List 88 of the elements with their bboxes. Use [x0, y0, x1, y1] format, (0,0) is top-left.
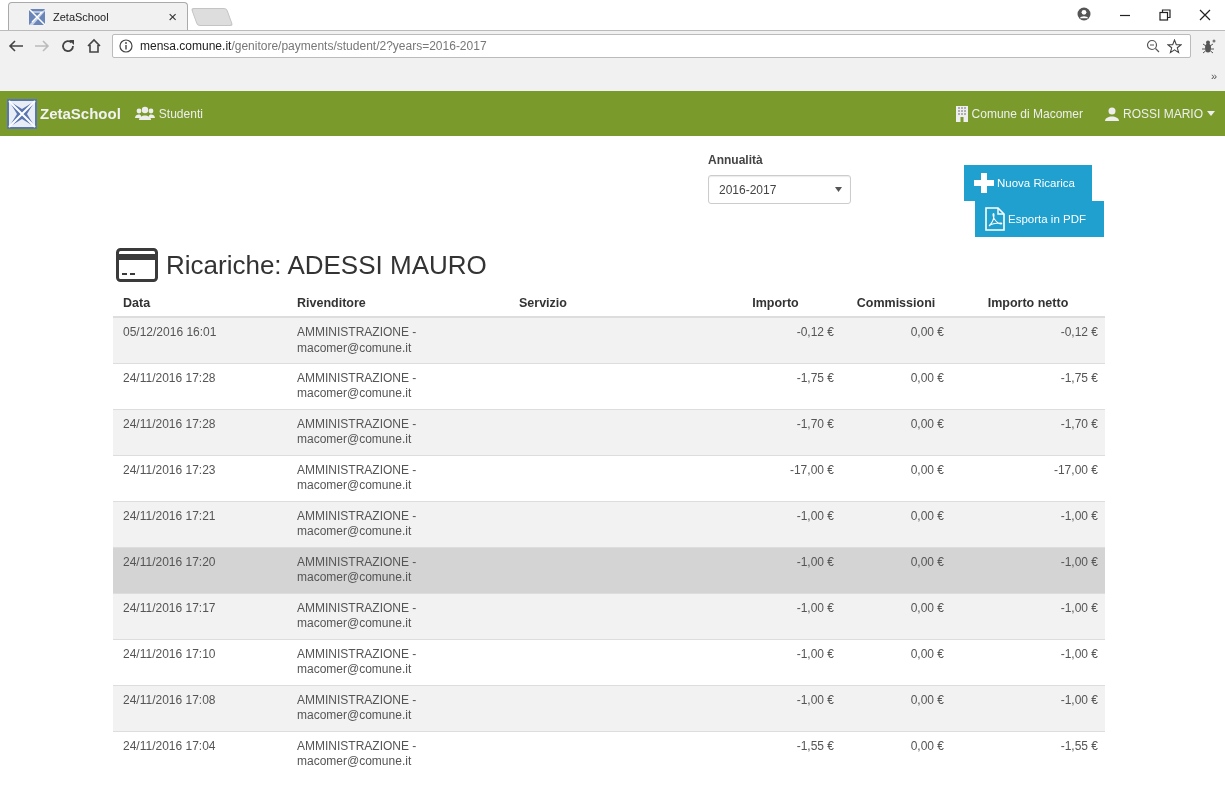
net-amount-cell: -17,00 €: [951, 455, 1105, 501]
fee-cell: 0,00 €: [841, 409, 951, 455]
star-icon[interactable]: [1167, 38, 1182, 54]
fee-cell: 0,00 €: [841, 317, 951, 363]
fee-cell: 0,00 €: [841, 363, 951, 409]
seller-cell: AMMINISTRAZIONE - macomer@comune.it: [287, 455, 509, 501]
fee-cell: 0,00 €: [841, 731, 951, 777]
net-amount-cell: -0,12 €: [951, 317, 1105, 363]
amount-cell: -1,00 €: [710, 685, 841, 731]
fee-cell: 0,00 €: [841, 455, 951, 501]
fee-cell: 0,00 €: [841, 639, 951, 685]
net-amount-cell: -1,00 €: [951, 639, 1105, 685]
net-amount-cell: -1,70 €: [951, 409, 1105, 455]
bug-icon[interactable]: [1201, 38, 1217, 54]
site-logo-icon: [29, 8, 45, 25]
user-icon: [1105, 106, 1119, 121]
table-row[interactable]: 05/12/2016 16:01 AMMINISTRAZIONE - macomer@comune.it -0,12 € 0,00 € -0,12 €: [113, 317, 1105, 363]
profile-icon: [1077, 7, 1091, 21]
year-label: Annualità: [708, 153, 764, 167]
seller-cell: AMMINISTRAZIONE - macomer@comune.it: [287, 501, 509, 547]
seller-cell: AMMINISTRAZIONE - macomer@comune.it: [287, 547, 509, 593]
reload-icon[interactable]: [60, 38, 76, 54]
seller-cell: AMMINISTRAZIONE - macomer@comune.it: [287, 685, 509, 731]
date-cell: 24/11/2016 17:08: [113, 685, 287, 731]
date-cell: 24/11/2016 17:28: [113, 363, 287, 409]
highlighted-row[interactable]: 24/11/2016 17:20 AMMINISTRAZIONE - macomer@comune.it -1,00 € 0,00 € -1,00 €: [113, 547, 1105, 593]
net-amount-cell: -1,00 €: [951, 501, 1105, 547]
address-field[interactable]: mensa.comune.it/genitore/payments/student/2?years=2016-2017: [112, 34, 1191, 58]
fee-cell: 0,00 €: [841, 501, 951, 547]
seller-cell: AMMINISTRAZIONE - macomer@comune.it: [287, 409, 509, 455]
table-row[interactable]: 24/11/2016 17:17 AMMINISTRAZIONE - macomer@comune.it -1,00 € 0,00 € -1,00 €: [113, 593, 1105, 639]
seller-cell: AMMINISTRAZIONE - macomer@comune.it: [287, 639, 509, 685]
table-row[interactable]: 24/11/2016 17:28 AMMINISTRAZIONE - macomer@comune.it -1,70 € 0,00 € -1,70 €: [113, 409, 1105, 455]
caret-icon: [1207, 111, 1215, 116]
date-cell: 24/11/2016 17:23: [113, 455, 287, 501]
zoom-out-icon[interactable]: [1146, 39, 1160, 53]
close-icon: [1199, 9, 1211, 21]
amount-cell: -1,00 €: [710, 593, 841, 639]
seller-cell: AMMINISTRAZIONE - macomer@comune.it: [287, 731, 509, 777]
amount-cell: -1,00 €: [710, 639, 841, 685]
seller-cell: AMMINISTRAZIONE - macomer@comune.it: [287, 317, 509, 363]
home-icon[interactable]: [86, 38, 102, 54]
users-icon: [134, 106, 155, 121]
building-icon: [955, 105, 968, 122]
amount-cell: -1,00 €: [710, 501, 841, 547]
amount-cell: -1,70 €: [710, 409, 841, 455]
pdf-file-icon: [985, 207, 1005, 231]
plus-icon: [974, 173, 994, 193]
date-cell: 24/11/2016 17:21: [113, 501, 287, 547]
net-amount-cell: -1,00 €: [951, 547, 1105, 593]
seller-cell: AMMINISTRAZIONE - macomer@comune.it: [287, 593, 509, 639]
seller-cell: AMMINISTRAZIONE - macomer@comune.it: [287, 363, 509, 409]
amount-cell: -17,00 €: [710, 455, 841, 501]
table-row[interactable]: 24/11/2016 17:21 AMMINISTRAZIONE - macomer@comune.it -1,00 € 0,00 € -1,00 €: [113, 501, 1105, 547]
bookmarks-more-button[interactable]: »: [1210, 70, 1217, 82]
amount-cell: -1,00 €: [710, 547, 841, 593]
date-cell: 24/11/2016 17:17: [113, 593, 287, 639]
fee-cell: 0,00 €: [841, 593, 951, 639]
url-text: mensa.comune.it/genitore/payments/student/2?years=2016-2017: [140, 39, 487, 53]
info-icon: [119, 39, 133, 53]
date-cell: 24/11/2016 17:28: [113, 409, 287, 455]
table-row[interactable]: 24/11/2016 17:10 AMMINISTRAZIONE - macomer@comune.it -1,00 € 0,00 € -1,00 €: [113, 639, 1105, 685]
fee-cell: 0,00 €: [841, 685, 951, 731]
restore-icon: [1159, 9, 1171, 21]
amount-cell: -0,12 €: [710, 317, 841, 363]
date-cell: 24/11/2016 17:20: [113, 547, 287, 593]
table-row[interactable]: 24/11/2016 17:23 AMMINISTRAZIONE - macomer@comune.it -17,00 € 0,00 € -17,00 €: [113, 455, 1105, 501]
amount-cell: -1,55 €: [710, 731, 841, 777]
net-amount-cell: -1,00 €: [951, 685, 1105, 731]
net-amount-cell: -1,75 €: [951, 363, 1105, 409]
table-row[interactable]: 24/11/2016 17:08 AMMINISTRAZIONE - macomer@comune.it -1,00 € 0,00 € -1,00 €: [113, 685, 1105, 731]
page-title: Ricariche: ADESSI MAURO: [166, 249, 487, 281]
site-logo-icon[interactable]: [7, 98, 37, 129]
close-tab-button[interactable]: ×: [168, 8, 177, 25]
date-cell: 24/11/2016 17:04: [113, 731, 287, 777]
year-dropdown[interactable]: 2016-2017: [708, 175, 851, 204]
dropdown-caret-icon: [835, 187, 842, 192]
table-row[interactable]: 24/11/2016 17:28 AMMINISTRAZIONE - macomer@comune.it -1,75 € 0,00 € -1,75 €: [113, 363, 1105, 409]
back-arrow-icon[interactable]: [8, 38, 24, 54]
amount-cell: -1,75 €: [710, 363, 841, 409]
date-cell: 24/11/2016 17:10: [113, 639, 287, 685]
net-amount-cell: -1,55 €: [951, 731, 1105, 777]
credit-card-icon: [116, 248, 158, 282]
tab-title: ZetaSchool: [53, 10, 110, 23]
fee-cell: 0,00 €: [841, 547, 951, 593]
date-cell: 05/12/2016 16:01: [113, 317, 287, 363]
browser-tab[interactable]: ZetaSchool ×: [8, 2, 188, 30]
net-amount-cell: -1,00 €: [951, 593, 1105, 639]
